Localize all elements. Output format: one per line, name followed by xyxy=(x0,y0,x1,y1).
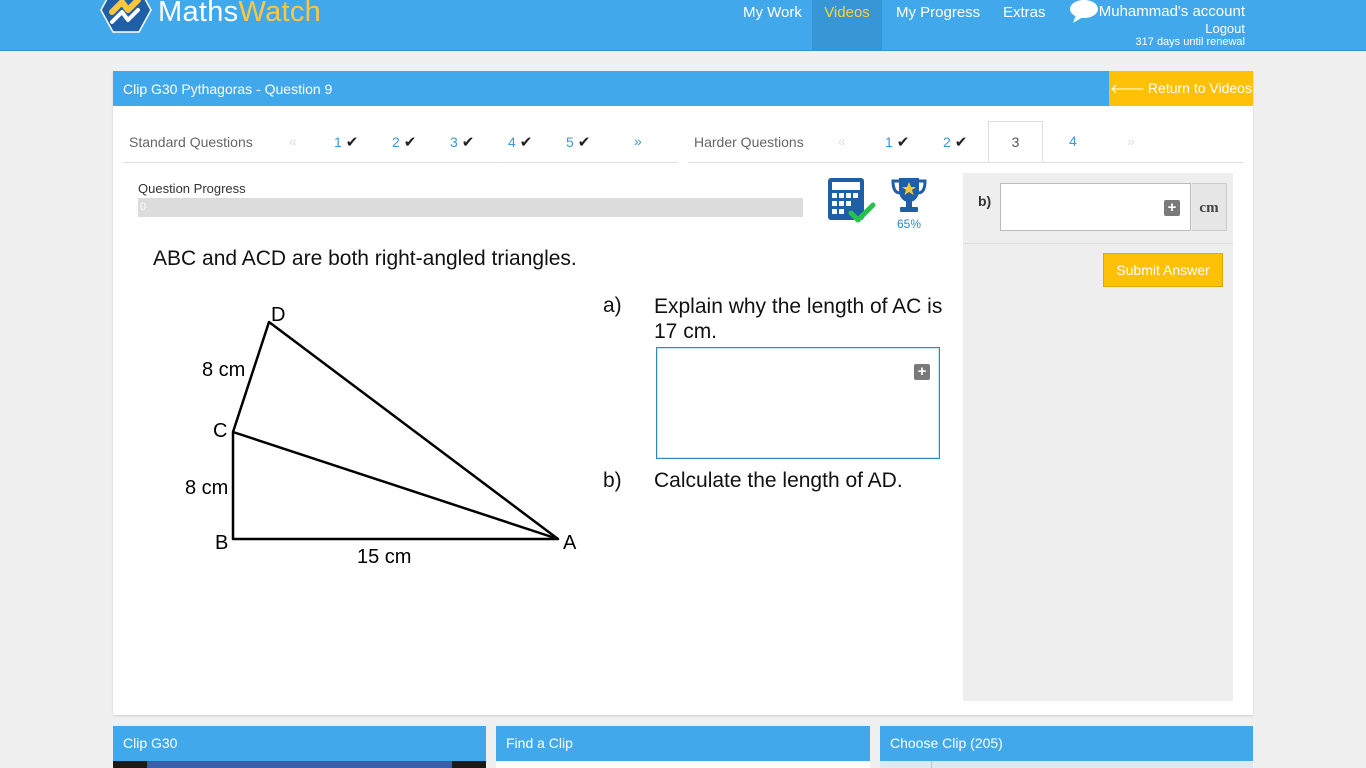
vertex-label-d: D xyxy=(271,304,285,326)
find-clip-panel: Find a Clip xyxy=(496,726,870,768)
clip-panel-title: Clip G30 xyxy=(113,726,486,761)
clip-list[interactable] xyxy=(880,761,1253,768)
tab-harder-4[interactable]: 4 xyxy=(1069,133,1077,149)
page-title: Clip G30 Pythagoras - Question 9 xyxy=(123,81,333,97)
tab-standard-1[interactable]: 1 ✔ xyxy=(334,133,358,151)
trophy-icon xyxy=(891,178,927,212)
check-icon: ✔ xyxy=(577,134,591,151)
clip-video-panel: Clip G30 xyxy=(113,726,486,768)
tab-harder-1[interactable]: 1 ✔ xyxy=(885,133,909,151)
triangle-acd xyxy=(231,320,559,540)
tab-number: 1 xyxy=(885,134,893,150)
find-clip-title: Find a Clip xyxy=(496,726,870,761)
tab-number: 4 xyxy=(508,134,516,150)
tab-number: 1 xyxy=(334,134,342,150)
choose-clip-panel: Choose Clip (205) xyxy=(880,726,1253,768)
vertex-label-b: B xyxy=(215,532,228,554)
video-player[interactable] xyxy=(113,761,486,768)
question-progress-label: Question Progress xyxy=(138,181,246,196)
nav-videos[interactable]: Videos xyxy=(812,0,882,50)
harder-questions-label: Harder Questions xyxy=(694,134,804,150)
logout-link[interactable]: Logout xyxy=(1099,21,1245,36)
length-label-bc: 8 cm xyxy=(185,477,228,499)
progress-value: 0 xyxy=(140,201,147,213)
logo-text-maths: Maths xyxy=(158,0,239,28)
harder-questions-tabs: Harder Questions « 1 ✔ 2 ✔ 3 4 » xyxy=(688,121,1243,163)
length-label-cd: 8 cm xyxy=(202,359,245,381)
tab-harder-next[interactable]: » xyxy=(1127,133,1135,149)
tab-standard-2[interactable]: 2 ✔ xyxy=(392,133,416,151)
tab-number: 5 xyxy=(566,134,574,150)
submit-answer-button[interactable]: Submit Answer xyxy=(1103,253,1223,287)
tab-standard-prev[interactable]: « xyxy=(289,133,297,149)
part-a-answer-box[interactable]: + xyxy=(656,347,940,459)
account-menu: Muhammad's account Logout 317 days until… xyxy=(1099,3,1245,49)
tab-harder-2[interactable]: 2 ✔ xyxy=(943,133,967,151)
logo-text-watch: Watch xyxy=(238,0,322,28)
triangle-diagram: D C B A 8 cm 8 cm 15 cm xyxy=(185,304,577,568)
tab-harder-prev[interactable]: « xyxy=(838,133,846,149)
part-b-label: b) xyxy=(603,469,622,492)
tab-standard-3[interactable]: 3 ✔ xyxy=(450,133,474,151)
check-icon: ✔ xyxy=(519,134,533,151)
tab-number: 2 xyxy=(392,134,400,150)
tab-standard-next[interactable]: » xyxy=(634,133,642,149)
logo-text: MathsWatch xyxy=(158,0,321,29)
tab-number: 3 xyxy=(450,134,458,150)
insert-symbol-icon[interactable]: + xyxy=(1164,200,1180,216)
answer-sidebar: b) + cm Submit Answer xyxy=(963,173,1233,701)
trophy-percentage: 65% xyxy=(896,217,922,231)
panel-header: Clip G30 Pythagoras - Question 9 🡐 Return… xyxy=(113,71,1253,106)
top-navbar: MathsWatch My Work Videos My Progress Ex… xyxy=(0,0,1366,51)
vertex-label-c: C xyxy=(213,420,227,442)
tab-standard-5[interactable]: 5 ✔ xyxy=(566,133,590,151)
choose-clip-title: Choose Clip (205) xyxy=(880,726,1253,761)
triangle-abc xyxy=(231,430,560,541)
answer-b-unit: cm xyxy=(1192,183,1227,231)
calculator-allowed-icon xyxy=(828,178,876,223)
check-icon: ✔ xyxy=(896,134,910,151)
tab-harder-3-current[interactable]: 3 xyxy=(988,121,1043,162)
divider xyxy=(963,243,1233,244)
account-name[interactable]: Muhammad's account xyxy=(1099,3,1245,21)
return-label: Return to Videos xyxy=(1147,80,1252,96)
answer-b-label: b) xyxy=(978,193,992,209)
question-intro: ABC and ACD are both right-angled triang… xyxy=(153,247,577,270)
standard-questions-tabs: Standard Questions « 1 ✔ 2 ✔ 3 ✔ 4 ✔ 5 ✔… xyxy=(123,121,678,163)
tab-number: 2 xyxy=(943,134,951,150)
insert-symbol-icon[interactable]: + xyxy=(914,364,930,380)
arrow-left-icon: 🡐 xyxy=(1110,81,1145,96)
standard-questions-label: Standard Questions xyxy=(129,134,253,150)
answer-b-input[interactable]: + xyxy=(1000,183,1191,231)
check-icon: ✔ xyxy=(461,134,475,151)
part-a-question: Explain why the length of AC is 17 cm. xyxy=(654,295,943,343)
question-progress-bar: 0 xyxy=(138,198,803,217)
nav-my-work[interactable]: My Work xyxy=(743,0,802,50)
question-panel: Clip G30 Pythagoras - Question 9 🡐 Return… xyxy=(113,71,1253,715)
part-b-question: Calculate the length of AD. xyxy=(654,469,903,492)
mathswatch-logo-icon xyxy=(100,0,152,33)
nav-extras[interactable]: Extras xyxy=(1003,0,1046,50)
chat-bubble-icon[interactable] xyxy=(1069,0,1099,24)
tab-standard-4[interactable]: 4 ✔ xyxy=(508,133,532,151)
check-icon: ✔ xyxy=(954,134,968,151)
part-a-label: a) xyxy=(603,294,622,317)
nav-my-progress[interactable]: My Progress xyxy=(896,0,980,50)
return-to-videos-button[interactable]: 🡐 Return to Videos xyxy=(1109,71,1253,106)
renewal-status: 317 days until renewal xyxy=(1135,36,1245,48)
check-icon: ✔ xyxy=(403,134,417,151)
video-frame xyxy=(147,761,452,768)
divider xyxy=(931,761,932,768)
length-label-ab: 15 cm xyxy=(357,546,411,568)
vertex-label-a: A xyxy=(563,532,577,554)
check-icon: ✔ xyxy=(345,134,359,151)
